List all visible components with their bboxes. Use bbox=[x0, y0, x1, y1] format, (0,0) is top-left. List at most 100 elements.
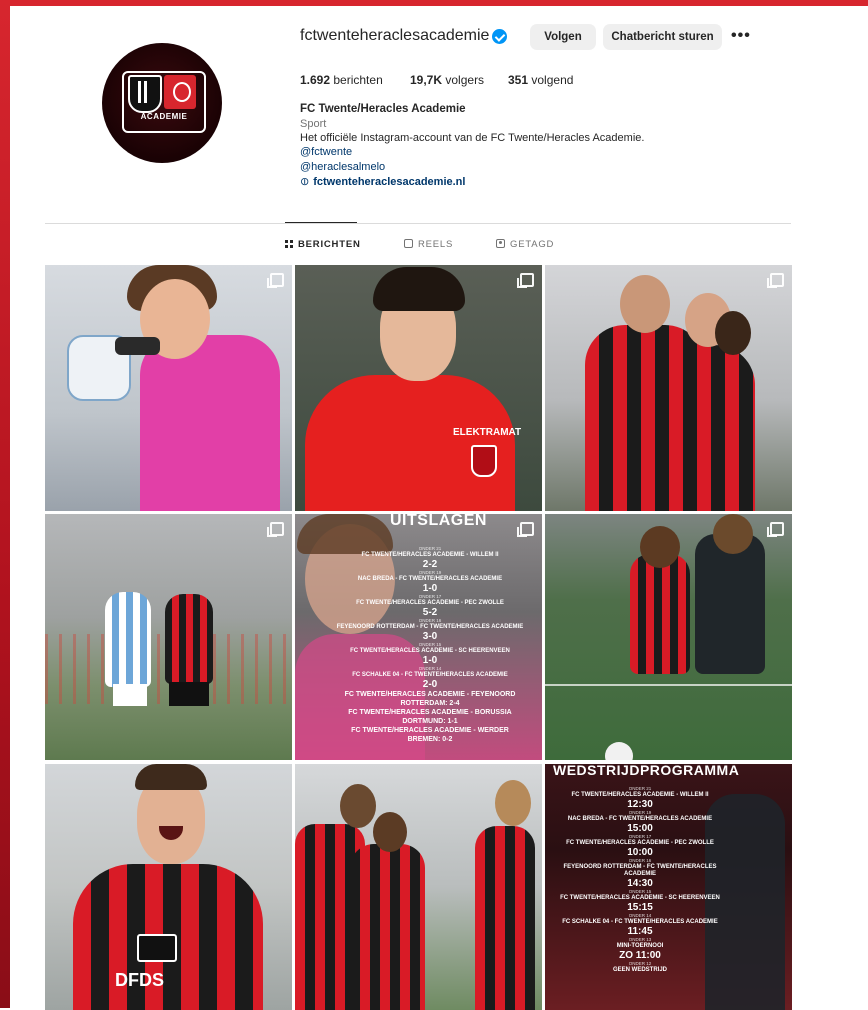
post-figure bbox=[695, 534, 765, 674]
fixture-match: FC SCHALKE 04 - FC TWENTE/HERACLES ACADE… bbox=[562, 919, 718, 925]
grid-icon bbox=[285, 240, 293, 248]
result-match: FC TWENTE/HERACLES ACADEMIE - WILLEM II bbox=[361, 552, 499, 558]
bio-mention-heraclesalmelo[interactable]: @heraclesalmelo bbox=[300, 161, 385, 173]
tab-reels[interactable]: REELS bbox=[404, 239, 453, 250]
fixture-category: ONDER 17 bbox=[628, 834, 652, 839]
post-results[interactable]: UITSLAGEN ONDER 21 FC TWENTE/HERACLES AC… bbox=[295, 514, 542, 760]
profile-avatar[interactable]: ACADEMIE bbox=[102, 43, 222, 163]
follow-button[interactable]: Volgen bbox=[530, 24, 596, 50]
academy-crest-icon bbox=[137, 934, 177, 962]
profile-category: Sport bbox=[300, 118, 327, 130]
result-match: FC SCHALKE 04 - FC TWENTE/HERACLES ACADE… bbox=[352, 672, 508, 678]
followers-count-value: 19,7K bbox=[410, 73, 443, 87]
message-button[interactable]: Chatbericht sturen bbox=[603, 24, 722, 50]
result-match: NAC BREDA - FC TWENTE/HERACLES ACADEMIE bbox=[357, 576, 503, 582]
result-score: 2-2 bbox=[422, 559, 438, 570]
twente-crest-icon bbox=[471, 445, 497, 477]
fixture-category: ONDER 19 bbox=[628, 810, 652, 815]
fixture-category: ONDER 13 bbox=[628, 937, 652, 942]
tab-posts[interactable]: BERICHTEN bbox=[285, 239, 361, 250]
post-figure bbox=[140, 335, 280, 511]
tabs-divider bbox=[45, 223, 791, 224]
fixture-match: GEEN WEDSTRIJD bbox=[612, 967, 667, 973]
link-icon: ⊘ bbox=[297, 174, 313, 190]
post-match-schedule[interactable]: WEDSTRIJDPROGRAMMA ONDER 21 FC TWENTE/HE… bbox=[545, 764, 792, 1010]
tab-posts-label: BERICHTEN bbox=[298, 239, 361, 250]
fixture-time: 10:00 bbox=[627, 847, 653, 858]
fixture-time: 15:15 bbox=[627, 902, 653, 913]
post-team-celebration[interactable] bbox=[295, 764, 542, 1010]
post-celebration-hug[interactable] bbox=[545, 265, 792, 511]
post-figure bbox=[630, 554, 690, 674]
fixture-category: ONDER 15 bbox=[628, 889, 652, 894]
post-goalkeeper-drinking[interactable] bbox=[45, 265, 292, 511]
fixture-time: 12:30 bbox=[627, 799, 653, 810]
result-category: ONDER 21 bbox=[418, 546, 442, 551]
reels-icon bbox=[404, 239, 413, 248]
result-match: FEYENOORD ROTTERDAM - FC TWENTE/HERACLES… bbox=[336, 624, 524, 630]
results-list: ONDER 21 FC TWENTE/HERACLES ACADEMIE - W… bbox=[335, 546, 525, 744]
fixture-time: ZO 11:00 bbox=[619, 950, 661, 961]
fixtures-list: ONDER 21 FC TWENTE/HERACLES ACADEMIE - W… bbox=[555, 786, 725, 974]
fixture-category: ONDER 16 bbox=[628, 858, 652, 863]
fixture-time: 15:00 bbox=[627, 823, 653, 834]
verified-badge-icon bbox=[492, 29, 507, 44]
post-figure bbox=[640, 526, 680, 568]
result-category: ONDER 14 bbox=[418, 666, 442, 671]
fixture-match: MINI-TOERNOOI bbox=[616, 943, 664, 949]
followers-count-label: volgers bbox=[445, 73, 485, 87]
post-player-cheering[interactable]: DFDS bbox=[45, 764, 292, 1010]
following-count[interactable]: 351 volgend bbox=[508, 73, 573, 87]
post-sponsor-text: ELEKTRAMAT bbox=[453, 427, 522, 438]
post-figure bbox=[373, 267, 465, 311]
post-figure bbox=[350, 844, 425, 1010]
post-sponsor-text: DFDS bbox=[115, 970, 164, 990]
carousel-icon bbox=[767, 273, 784, 288]
fixture-category: ONDER 21 bbox=[628, 786, 652, 791]
posts-count: 1.692 berichten bbox=[300, 73, 383, 87]
profile-bio: Het officiële Instagram-account van de F… bbox=[300, 132, 645, 144]
post-figure bbox=[169, 682, 209, 706]
post-figure bbox=[113, 684, 147, 706]
profile-website-link[interactable]: ⊘fctwenteheraclesacademie.nl bbox=[297, 174, 465, 190]
brand-frame-left bbox=[0, 0, 10, 1008]
post-figure bbox=[713, 514, 753, 554]
post-figure bbox=[620, 275, 670, 333]
result-score: 1-0 bbox=[422, 583, 438, 594]
profile-display-name: FC Twente/Heracles Academie bbox=[300, 103, 466, 115]
carousel-icon bbox=[267, 522, 284, 537]
post-figure bbox=[655, 345, 755, 511]
followers-count[interactable]: 19,7K volgers bbox=[410, 73, 484, 87]
post-figure bbox=[495, 780, 531, 826]
avatar-text: ACADEMIE bbox=[140, 112, 188, 121]
active-tab-indicator bbox=[285, 222, 357, 223]
result-category: ONDER 15 bbox=[418, 642, 442, 647]
tab-reels-label: REELS bbox=[418, 239, 454, 250]
fixture-time: 11:45 bbox=[627, 926, 653, 937]
more-options-icon[interactable]: ••• bbox=[731, 27, 751, 45]
schedule-title: WEDSTRIJDPROGRAMMA bbox=[553, 764, 740, 778]
carousel-icon bbox=[517, 273, 534, 288]
results-title: UITSLAGEN bbox=[390, 514, 487, 529]
post-player-portrait[interactable]: ELEKTRAMAT bbox=[295, 265, 542, 511]
result-extra: FC TWENTE/HERACLES ACADEMIE - WERDER BRE… bbox=[351, 727, 509, 743]
result-score: 1-0 bbox=[422, 655, 438, 666]
heracles-crest-icon bbox=[128, 75, 162, 113]
result-extra: FC TWENTE/HERACLES ACADEMIE - FEYENOORD … bbox=[344, 691, 516, 707]
tab-tagged-label: GETAGD bbox=[510, 239, 555, 250]
post-figure bbox=[475, 826, 535, 1010]
result-category: ONDER 17 bbox=[418, 594, 442, 599]
tab-tagged[interactable]: GETAGD bbox=[496, 239, 554, 250]
result-match: FC TWENTE/HERACLES ACADEMIE - SC HEERENV… bbox=[350, 648, 510, 654]
post-match-action[interactable] bbox=[45, 514, 292, 760]
result-category: ONDER 16 bbox=[418, 618, 442, 623]
post-figure bbox=[545, 684, 792, 686]
bio-mention-fctwente[interactable]: @fctwente bbox=[300, 146, 352, 158]
carousel-icon bbox=[517, 522, 534, 537]
post-duel[interactable] bbox=[545, 514, 792, 760]
fixture-match: FEYENOORD ROTTERDAM - FC TWENTE/HERACLES… bbox=[563, 864, 717, 877]
fixture-match: NAC BREDA - FC TWENTE/HERACLES ACADEMIE bbox=[567, 816, 713, 822]
result-score: 2-0 bbox=[422, 679, 438, 690]
fixture-category: ONDER 14 bbox=[628, 913, 652, 918]
post-figure bbox=[340, 784, 376, 828]
